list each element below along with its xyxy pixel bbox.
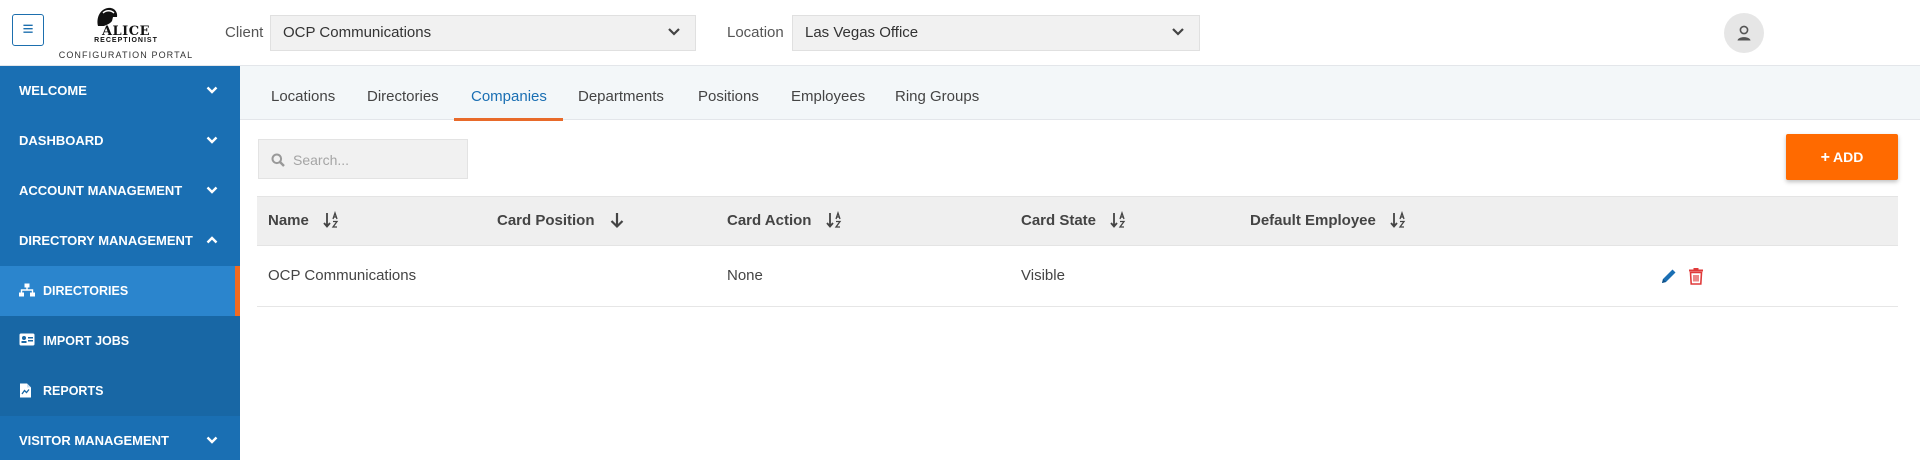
sidebar-section-label: VISITOR MANAGEMENT <box>19 433 169 448</box>
sort-alpha-icon <box>1390 210 1406 228</box>
table-row: OCP Communications None Visible <box>257 246 1898 307</box>
column-header-label: Card Action <box>727 212 812 229</box>
tab-directories[interactable]: Directories <box>367 66 439 120</box>
cell-card-state: Visible <box>1021 267 1065 284</box>
sitemap-icon <box>19 283 35 297</box>
chevron-down-icon <box>206 86 218 94</box>
column-header-card-action[interactable]: Card Action <box>727 197 844 245</box>
chevron-down-icon <box>668 28 680 36</box>
tab-bar: Locations Directories Companies Departme… <box>240 66 1920 121</box>
file-icon <box>20 383 31 398</box>
chevron-down-icon <box>206 136 218 144</box>
column-header-label: Card Position <box>497 212 595 229</box>
chevron-down-icon <box>206 436 218 444</box>
sidebar-section-label: DASHBOARD <box>19 133 104 148</box>
column-header-card-position[interactable]: Card Position <box>497 197 625 245</box>
sidebar-section-directory-management[interactable]: DIRECTORY MANAGEMENT <box>0 216 240 266</box>
arrow-down-icon <box>610 212 623 228</box>
trash-icon[interactable] <box>1688 267 1704 285</box>
sidebar-section-label: DIRECTORY MANAGEMENT <box>19 233 193 248</box>
column-header-label: Default Employee <box>1250 212 1376 229</box>
sidebar-item-label: REPORTS <box>43 384 104 398</box>
add-button-label: ADD <box>1833 149 1864 165</box>
table-header: Name Card Position Card Action Card Stat… <box>257 196 1898 246</box>
column-header-name[interactable]: Name <box>268 197 341 245</box>
sort-alpha-icon <box>825 210 841 228</box>
sidebar-section-account-management[interactable]: ACCOUNT MANAGEMENT <box>0 166 240 216</box>
column-header-card-state[interactable]: Card State <box>1021 197 1128 245</box>
cell-card-action: None <box>727 267 763 284</box>
tab-companies[interactable]: Companies <box>454 66 563 121</box>
client-label: Client <box>225 24 264 41</box>
column-header-label: Card State <box>1021 212 1097 229</box>
location-select[interactable]: Las Vegas Office <box>792 15 1200 51</box>
tab-departments[interactable]: Departments <box>578 66 664 120</box>
search-icon <box>271 153 285 167</box>
id-card-icon <box>19 333 35 346</box>
sidebar-section-welcome[interactable]: WELCOME <box>0 66 240 116</box>
sidebar-item-reports[interactable]: REPORTS <box>0 366 240 416</box>
sort-alpha-icon <box>323 210 339 228</box>
sidebar: WELCOME DASHBOARD ACCOUNT MANAGEMENT DIR… <box>0 66 240 460</box>
chevron-down-icon <box>206 186 218 194</box>
column-header-default-employee[interactable]: Default Employee <box>1250 197 1408 245</box>
sidebar-item-directories[interactable]: DIRECTORIES <box>0 266 240 316</box>
tab-locations[interactable]: Locations <box>271 66 335 120</box>
sidebar-section-label: ACCOUNT MANAGEMENT <box>19 183 183 198</box>
sidebar-item-label: IMPORT JOBS <box>43 334 130 348</box>
sort-alpha-icon <box>1110 210 1126 228</box>
client-select-value: OCP Communications <box>283 24 432 41</box>
search-box <box>258 139 468 180</box>
logo: ALICE RECEPTIONIST CONFIGURATION PORTAL <box>58 6 194 62</box>
chevron-up-icon <box>206 236 218 244</box>
sidebar-section-label: WELCOME <box>19 83 87 98</box>
chevron-down-icon <box>1172 28 1184 36</box>
logo-subtitle: RECEPTIONIST <box>94 37 158 44</box>
add-button[interactable]: + ADD <box>1786 134 1898 180</box>
tab-employees[interactable]: Employees <box>791 66 865 120</box>
tab-ring-groups[interactable]: Ring Groups <box>895 66 979 120</box>
cell-name: OCP Communications <box>268 267 417 284</box>
sidebar-section-dashboard[interactable]: DASHBOARD <box>0 116 240 166</box>
pencil-icon[interactable] <box>1660 267 1678 285</box>
location-label: Location <box>727 24 784 41</box>
plus-icon: + <box>1820 149 1830 166</box>
hamburger-icon[interactable]: ≡ <box>12 14 44 46</box>
user-menu-button[interactable] <box>1724 13 1764 53</box>
sidebar-section-visitor-management[interactable]: VISITOR MANAGEMENT <box>0 416 240 460</box>
tab-positions[interactable]: Positions <box>698 66 759 120</box>
portal-title: CONFIGURATION PORTAL <box>58 50 194 60</box>
location-select-value: Las Vegas Office <box>805 24 919 41</box>
client-select[interactable]: OCP Communications <box>270 15 696 51</box>
sidebar-item-import-jobs[interactable]: IMPORT JOBS <box>0 316 240 366</box>
top-bar: ≡ ALICE RECEPTIONIST CONFIGURATION PORTA… <box>0 0 1920 66</box>
sidebar-item-label: DIRECTORIES <box>43 284 129 298</box>
column-header-label: Name <box>268 212 309 229</box>
user-icon <box>1737 25 1751 41</box>
search-input[interactable] <box>291 140 465 180</box>
